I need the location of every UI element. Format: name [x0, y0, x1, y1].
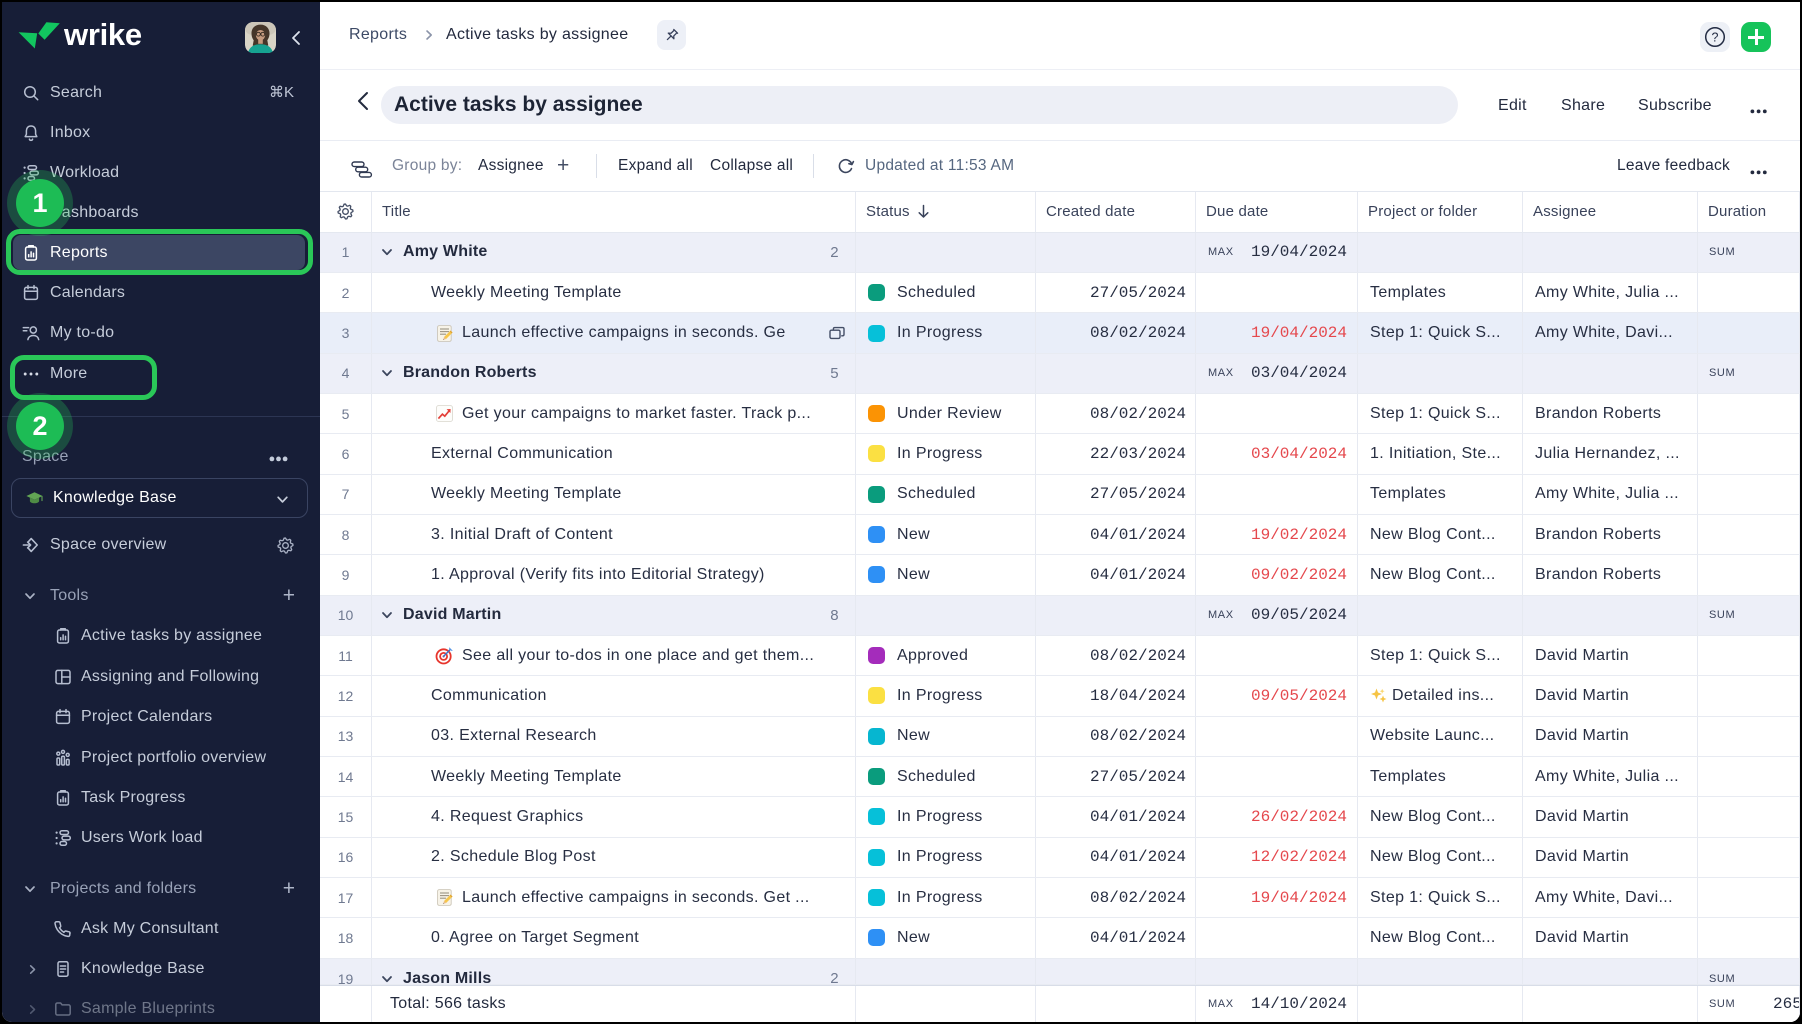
svg-text:?: ?	[1712, 30, 1719, 44]
